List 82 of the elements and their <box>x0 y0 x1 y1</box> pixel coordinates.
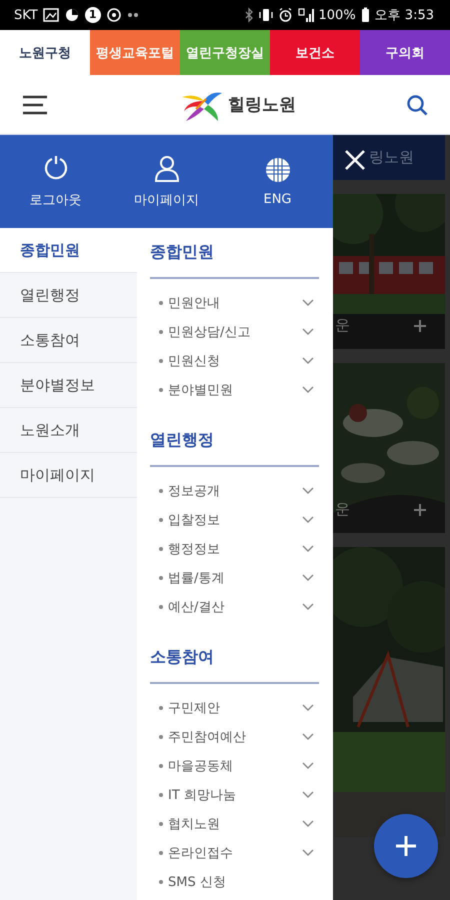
quick-link[interactable]: 로그아웃 <box>0 135 111 228</box>
globe-icon <box>264 156 292 184</box>
plus-icon <box>394 834 418 858</box>
bullet-icon <box>159 576 163 580</box>
chevron-down-icon[interactable] <box>302 848 314 856</box>
banner-text: 링노원 <box>369 148 414 167</box>
section-heading: 종합민원 <box>150 228 319 279</box>
submenu-link[interactable]: 협치노원 <box>168 814 220 832</box>
site-tab[interactable]: 구의회 <box>360 30 450 75</box>
chevron-down-icon[interactable] <box>302 602 314 610</box>
chevron-down-icon[interactable] <box>302 732 314 740</box>
submenu-link[interactable]: 예산/결산 <box>168 598 224 616</box>
submenu-link[interactable]: 법률/통계 <box>168 568 224 586</box>
quick-link[interactable]: ENG <box>222 135 333 228</box>
chevron-down-icon[interactable] <box>302 516 314 524</box>
submenu-link[interactable]: 분야별민원 <box>168 380 233 398</box>
battery-icon <box>360 7 370 23</box>
chevron-down-icon[interactable] <box>302 820 314 828</box>
submenu-link[interactable]: 민원신청 <box>168 352 220 370</box>
bullet-icon <box>159 518 163 522</box>
bullet-icon <box>159 604 163 608</box>
search-icon <box>406 94 428 116</box>
plus-icon <box>413 318 427 332</box>
bullet-icon <box>159 734 163 738</box>
quick-link[interactable]: 마이페이지 <box>111 135 222 228</box>
chevron-down-icon[interactable] <box>302 386 314 394</box>
sync-icon <box>106 7 122 23</box>
logo-text: 힐링노원 <box>228 94 296 116</box>
submenu-link[interactable]: 행정정보 <box>168 540 220 558</box>
clock-time: 오후 3:53 <box>374 7 434 24</box>
submenu-link[interactable]: 구민제안 <box>168 698 220 716</box>
chevron-down-icon[interactable] <box>302 298 314 306</box>
pie-icon <box>64 7 80 23</box>
bullet-icon <box>159 330 163 334</box>
bullet-icon <box>159 764 163 768</box>
bullet-icon <box>159 388 163 392</box>
submenu-link[interactable]: 정보공개 <box>168 482 220 500</box>
vibrate-icon <box>258 7 272 23</box>
category-item[interactable]: 종합민원 <box>0 228 137 273</box>
alarm-icon <box>278 7 292 23</box>
submenu-link[interactable]: IT 희망나눔 <box>168 786 236 804</box>
submenu-link[interactable]: 민원안내 <box>168 294 220 312</box>
close-button[interactable] <box>344 149 366 171</box>
image-icon <box>42 8 59 22</box>
signal-icon <box>298 7 314 23</box>
bullet-icon <box>159 822 163 826</box>
dots-icon <box>126 12 139 18</box>
chevron-down-icon[interactable] <box>302 356 314 364</box>
bullet-icon <box>159 488 163 492</box>
plus-icon <box>413 502 427 516</box>
submenu-link[interactable]: 입찰정보 <box>168 510 220 528</box>
notification-count: 1 <box>84 7 101 23</box>
battery-percent: 100% <box>318 8 356 22</box>
card-caption: 운 <box>335 500 350 519</box>
submenu-link[interactable]: 주민참여예산 <box>168 728 246 746</box>
submenu-link[interactable]: SMS 신청 <box>168 872 226 890</box>
chevron-down-icon[interactable] <box>302 790 314 798</box>
bullet-icon <box>159 358 163 362</box>
section-heading: 소통참여 <box>150 633 319 684</box>
submenu-link[interactable]: 마을공동체 <box>168 756 233 774</box>
bluetooth-icon <box>244 7 254 23</box>
menu-icon <box>22 94 48 114</box>
bullet-icon <box>159 850 163 854</box>
person-icon <box>152 154 180 182</box>
chevron-down-icon[interactable] <box>302 486 314 494</box>
chevron-down-icon[interactable] <box>302 574 314 582</box>
site-tab[interactable]: 보건소 <box>270 30 360 75</box>
chevron-down-icon[interactable] <box>302 704 314 712</box>
bullet-icon <box>159 706 163 710</box>
bullet-icon <box>159 300 163 304</box>
chevron-down-icon[interactable] <box>302 762 314 770</box>
section-heading: 열린행정 <box>150 416 319 467</box>
bullet-icon <box>159 792 163 796</box>
bullet-icon <box>159 546 163 550</box>
bullet-icon <box>159 880 163 884</box>
submenu-link[interactable]: 온라인접수 <box>168 844 233 862</box>
close-icon <box>344 149 366 171</box>
submenu-link[interactable]: 민원상담/신고 <box>168 322 250 340</box>
chevron-down-icon[interactable] <box>302 544 314 552</box>
chevron-down-icon[interactable] <box>302 328 314 336</box>
card-caption: 운 <box>335 316 350 335</box>
carrier-name: SKT <box>14 8 38 22</box>
